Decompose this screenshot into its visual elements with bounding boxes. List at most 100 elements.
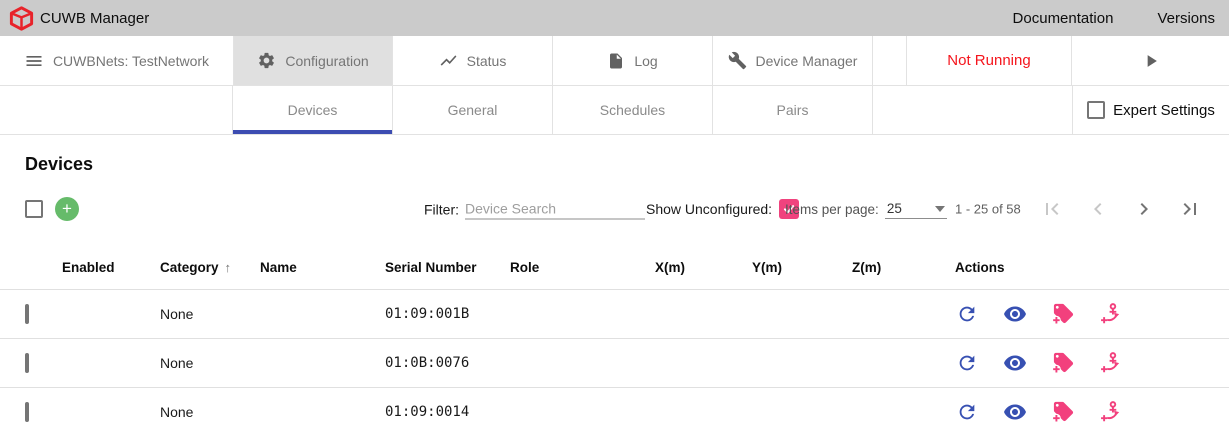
row-select-checkbox[interactable]	[25, 353, 29, 373]
role-cell	[510, 338, 655, 387]
add-as-tag-button[interactable]	[1051, 351, 1075, 375]
subtab-general[interactable]: General	[393, 86, 553, 134]
tab-status[interactable]: Status	[393, 36, 553, 85]
view-device-button[interactable]	[1003, 400, 1027, 424]
trend-chart-icon	[439, 51, 458, 70]
nav-spacer	[873, 36, 907, 85]
tab-device-manager[interactable]: Device Manager	[713, 36, 873, 85]
refresh-icon	[956, 401, 978, 423]
category-cell: None	[160, 338, 260, 387]
subnav-spacer	[873, 86, 1073, 134]
items-per-page-select[interactable]: 25	[885, 199, 947, 219]
row-select-checkbox[interactable]	[25, 402, 29, 422]
z-cell	[852, 387, 955, 436]
serial-cell: 01:09:0014	[385, 387, 510, 436]
menu-icon[interactable]	[24, 51, 44, 71]
versions-link[interactable]: Versions	[1157, 10, 1215, 27]
refresh-button[interactable]	[955, 400, 979, 424]
table-row: None 01:09:001B	[0, 289, 1229, 338]
devices-toolbar: + Filter: Show Unconfigured: Items per p…	[0, 189, 1229, 229]
next-page-button[interactable]	[1132, 197, 1156, 221]
devices-panel: Devices + Filter: Show Unconfigured: Ite…	[0, 154, 1229, 436]
documentation-link[interactable]: Documentation	[1013, 10, 1114, 27]
select-all-checkbox[interactable]	[25, 200, 43, 218]
add-device-button[interactable]: +	[55, 197, 79, 221]
x-column-header[interactable]: X(m)	[655, 247, 752, 289]
subtab-pairs[interactable]: Pairs	[713, 86, 873, 134]
serial-cell: 01:0B:0076	[385, 338, 510, 387]
cuwb-logo-icon	[8, 5, 35, 32]
row-select-checkbox[interactable]	[25, 304, 29, 324]
add-as-anchor-button[interactable]	[1099, 302, 1123, 326]
y-column-header[interactable]: Y(m)	[752, 247, 852, 289]
first-page-button[interactable]	[1040, 197, 1064, 221]
category-column-header[interactable]: Category↑	[160, 247, 260, 289]
serial-column-header[interactable]: Serial Number	[385, 247, 510, 289]
previous-page-button[interactable]	[1086, 197, 1110, 221]
file-icon	[607, 52, 625, 70]
select-column-header	[0, 247, 62, 289]
add-as-anchor-button[interactable]	[1099, 351, 1123, 375]
add-as-tag-button[interactable]	[1051, 302, 1075, 326]
add-as-tag-button[interactable]	[1051, 400, 1075, 424]
add-tag-icon	[1052, 351, 1075, 374]
enabled-cell	[62, 387, 160, 436]
y-cell	[752, 387, 852, 436]
device-search-input[interactable]	[465, 199, 645, 220]
z-cell	[852, 338, 955, 387]
subtab-devices-label: Devices	[288, 102, 338, 118]
page-range-label: 1 - 25 of 58	[955, 202, 1021, 217]
chevron-down-icon	[935, 206, 945, 212]
expert-settings-label: Expert Settings	[1113, 102, 1215, 119]
subtab-devices[interactable]: Devices	[233, 86, 393, 134]
y-cell	[752, 289, 852, 338]
enabled-column-header[interactable]: Enabled	[62, 247, 160, 289]
name-cell	[260, 338, 385, 387]
refresh-button[interactable]	[955, 302, 979, 326]
tab-log[interactable]: Log	[553, 36, 713, 85]
eye-icon	[1003, 400, 1027, 424]
name-cell	[260, 289, 385, 338]
page-title: Devices	[25, 154, 1229, 175]
start-network-button[interactable]	[1072, 36, 1229, 85]
z-cell	[852, 289, 955, 338]
play-icon[interactable]	[1141, 51, 1161, 71]
run-state-badge: Not Running	[907, 36, 1072, 85]
name-column-header[interactable]: Name	[260, 247, 385, 289]
x-cell	[655, 289, 752, 338]
subtab-schedules[interactable]: Schedules	[553, 86, 713, 134]
z-column-header[interactable]: Z(m)	[852, 247, 955, 289]
add-anchor-icon	[1100, 351, 1123, 374]
add-as-anchor-button[interactable]	[1099, 400, 1123, 424]
app-title: CUWB Manager	[40, 10, 149, 27]
tab-configuration[interactable]: Configuration	[233, 36, 393, 85]
table-row: None 01:09:0014	[0, 387, 1229, 436]
filter-label: Filter:	[424, 201, 459, 217]
add-anchor-icon	[1100, 400, 1123, 423]
eye-icon	[1003, 302, 1027, 326]
main-nav: CUWBNets: TestNetwork Configuration Stat…	[0, 36, 1229, 86]
configuration-subnav: Devices General Schedules Pairs Expert S…	[0, 86, 1229, 135]
subtab-pairs-label: Pairs	[777, 102, 809, 118]
view-device-button[interactable]	[1003, 302, 1027, 326]
network-label: CUWBNets: TestNetwork	[53, 53, 209, 69]
view-device-button[interactable]	[1003, 351, 1027, 375]
role-column-header[interactable]: Role	[510, 247, 655, 289]
refresh-button[interactable]	[955, 351, 979, 375]
expert-settings-checkbox[interactable]	[1087, 101, 1105, 119]
last-page-button[interactable]	[1178, 197, 1202, 221]
chevron-left-icon	[1086, 197, 1110, 221]
enabled-cell	[62, 289, 160, 338]
last-page-icon	[1178, 197, 1202, 221]
tab-configuration-label: Configuration	[285, 53, 368, 69]
top-bar: CUWB Manager Documentation Versions	[0, 0, 1229, 36]
sort-ascending-icon: ↑	[225, 260, 232, 275]
name-cell	[260, 387, 385, 436]
wrench-icon	[728, 51, 747, 70]
network-selector[interactable]: CUWBNets: TestNetwork	[0, 36, 233, 85]
x-cell	[655, 387, 752, 436]
tab-status-label: Status	[467, 53, 507, 69]
devices-table: Enabled Category↑ Name Serial Number Rol…	[0, 247, 1229, 436]
enabled-cell	[62, 338, 160, 387]
y-cell	[752, 338, 852, 387]
